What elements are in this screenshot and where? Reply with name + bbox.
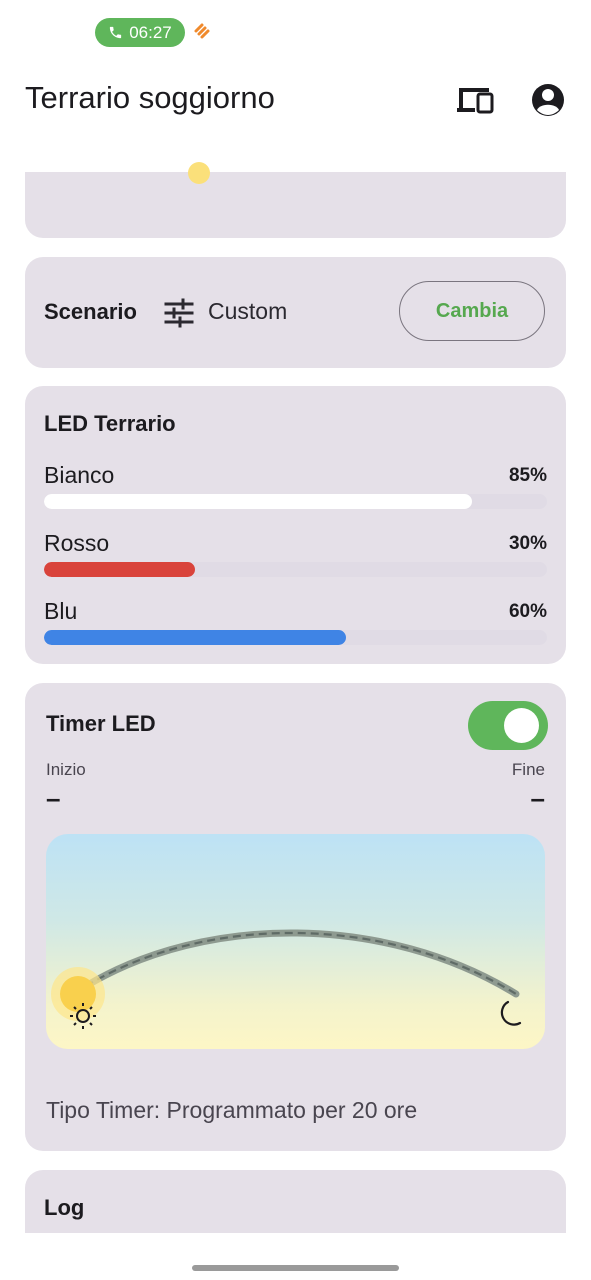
- devices-icon[interactable]: [455, 84, 495, 116]
- ongoing-call-chip[interactable]: 06:27: [95, 18, 185, 47]
- led-channel-name: Blu: [44, 598, 78, 624]
- home-indicator[interactable]: [192, 1265, 399, 1271]
- sun-arc-graphic: [51, 929, 522, 1029]
- led-level-bar[interactable]: [44, 630, 547, 645]
- log-card: Log: [25, 1170, 566, 1233]
- timer-card: Timer LED Inizio Fine – – Tipo Timer: Pr…: [25, 683, 566, 1151]
- led-card-title: LED Terrario: [44, 411, 176, 436]
- led-level-bar[interactable]: [44, 562, 547, 577]
- change-scenario-button[interactable]: Cambia: [399, 281, 545, 341]
- led-channel-percent: 85%: [508, 465, 547, 486]
- led-channel-name: Rosso: [44, 530, 110, 556]
- day-cycle-visual: [46, 834, 545, 1049]
- led-channel-red: Rosso 30%: [44, 530, 547, 590]
- top-app-bar: Terrario soggiorno: [0, 62, 591, 136]
- phone-icon: [110, 26, 122, 39]
- moon-icon: [500, 1000, 522, 1026]
- sun-path-arc: [82, 929, 520, 998]
- toggle-knob: [504, 708, 539, 743]
- timer-type-text: Tipo Timer: Programmato per 20 ore: [46, 1097, 418, 1123]
- end-value[interactable]: –: [531, 783, 545, 814]
- bottom-area: [0, 1233, 591, 1280]
- start-value[interactable]: –: [46, 783, 60, 814]
- account-circle-icon[interactable]: [530, 82, 566, 118]
- scenario-card: Scenario Custom Cambia: [25, 257, 566, 368]
- led-channel-percent: 60%: [508, 601, 547, 622]
- led-channel-blue: Blu 60%: [44, 598, 547, 658]
- led-level-fill: [44, 630, 346, 645]
- led-level-fill: [44, 562, 195, 577]
- tune-icon: [164, 298, 194, 328]
- sun-position-marker: [60, 976, 96, 1012]
- sun-indicator: [188, 162, 210, 184]
- log-card-title: Log: [44, 1195, 85, 1220]
- start-label: Inizio: [46, 760, 86, 779]
- status-bar: 06:27: [0, 0, 591, 62]
- scenario-label: Scenario: [44, 299, 137, 324]
- led-channel-percent: 30%: [508, 533, 547, 554]
- previous-card: [25, 162, 566, 238]
- page-title: Terrario soggiorno: [25, 80, 275, 115]
- led-channel-white: Bianco 85%: [44, 462, 547, 522]
- end-label: Fine: [511, 760, 545, 779]
- led-level-bar[interactable]: [44, 494, 547, 509]
- call-time: 06:27: [129, 22, 172, 42]
- led-card: LED Terrario Bianco 85% Rosso 30% Blu 60…: [25, 386, 566, 664]
- app-notification-icon: [194, 23, 210, 39]
- timer-card-title: Timer LED: [46, 711, 156, 736]
- led-level-fill: [44, 494, 472, 509]
- led-channel-name: Bianco: [44, 462, 115, 488]
- scenario-value: Custom: [208, 298, 288, 324]
- timer-toggle[interactable]: [468, 701, 548, 750]
